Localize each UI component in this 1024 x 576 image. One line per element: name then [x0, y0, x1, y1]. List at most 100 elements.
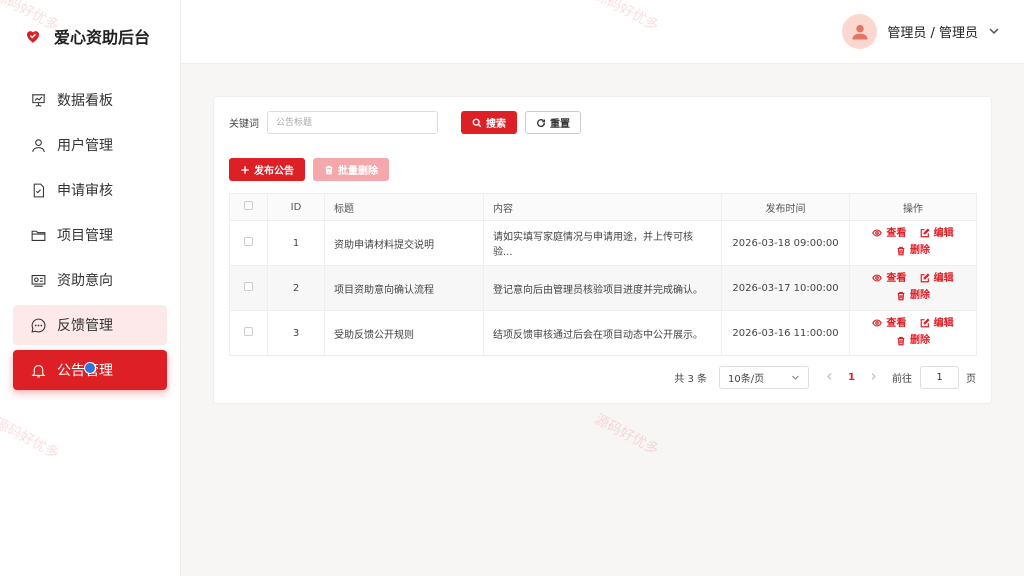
chevron-down-icon: [792, 375, 799, 380]
chat-icon: [30, 317, 47, 334]
view-button[interactable]: 查看: [872, 271, 906, 286]
sidebar-item-intentions[interactable]: 资助意向: [13, 260, 167, 300]
search-icon: [472, 118, 482, 127]
chevron-down-icon[interactable]: [988, 22, 1000, 41]
row-checkbox[interactable]: [244, 282, 253, 291]
cell-title: 资助申请材料提交说明: [324, 220, 484, 266]
row-checkbox[interactable]: [244, 237, 253, 246]
page-size-value: 10条/页: [728, 374, 765, 385]
row-checkbox[interactable]: [244, 327, 253, 336]
select-all-checkbox[interactable]: [244, 201, 253, 210]
page-size-select[interactable]: 10条/页: [719, 366, 810, 389]
folder-icon: [30, 227, 47, 244]
top-header: 管理员 / 管理员: [181, 0, 1024, 64]
goto-page-input[interactable]: [920, 366, 959, 389]
sidebar-item-feedback[interactable]: 反馈管理: [13, 305, 167, 345]
search-button[interactable]: 搜索: [461, 111, 517, 134]
table-row: 1 资助申请材料提交说明 请如实填写家庭情况与申请用途，并上传可核验... 20…: [229, 220, 977, 266]
next-page-button[interactable]: [869, 372, 878, 384]
user-avatar-icon: [852, 24, 868, 39]
trash-icon: [897, 336, 905, 345]
cell-id: 1: [267, 220, 325, 266]
announcement-panel: 关键词 搜索 重置 发布公告 批量删除 ID 标题 内容 发布时间: [213, 96, 992, 404]
trash-icon: [325, 165, 333, 174]
col-header-time: 发布时间: [721, 193, 850, 221]
user-name: 管理员 / 管理员: [887, 26, 978, 41]
cell-content: 请如实填写家庭情况与申请用途，并上传可核验...: [483, 220, 722, 266]
sidebar-item-label: 反馈管理: [57, 318, 113, 334]
keyword-label: 关键词: [229, 119, 259, 130]
trash-icon: [897, 246, 905, 255]
edit-icon: [920, 318, 930, 328]
sidebar: 爱心资助后台 数据看板 用户管理 申请审核 项目管理 资助意向 反馈管理 公: [0, 0, 181, 576]
delete-button[interactable]: 删除: [896, 288, 930, 303]
refresh-icon: [537, 118, 546, 127]
mouse-cursor: [84, 362, 96, 374]
watermark: 源码好优多: [591, 411, 662, 459]
edit-button[interactable]: 编辑: [920, 226, 954, 241]
add-announcement-button[interactable]: 发布公告: [229, 158, 305, 181]
delete-button[interactable]: 删除: [896, 333, 930, 348]
edit-button[interactable]: 编辑: [920, 316, 954, 331]
sidebar-item-label: 资助意向: [57, 273, 113, 289]
table-header-row: ID 标题 内容 发布时间 操作: [229, 193, 977, 221]
cell-time: 2026-03-18 09:00:00: [721, 220, 850, 266]
select-all-cell[interactable]: [229, 193, 268, 221]
table-row: 2 项目资助意向确认流程 登记意向后由管理员核验项目进度并完成确认。 2026-…: [229, 265, 977, 311]
sidebar-item-users[interactable]: 用户管理: [13, 125, 167, 165]
table-row: 3 受助反馈公开规则 结项反馈审核通过后会在项目动态中公开展示。 2026-03…: [229, 310, 977, 356]
avatar[interactable]: [842, 14, 878, 49]
cell-ops: 查看 编辑 删除: [849, 310, 977, 356]
cell-content: 结项反馈审核通过后会在项目动态中公开展示。: [483, 310, 722, 356]
brand[interactable]: 爱心资助后台: [0, 0, 180, 72]
id-card-icon: [30, 272, 47, 289]
cell-title: 受助反馈公开规则: [324, 310, 484, 356]
sidebar-item-dashboard[interactable]: 数据看板: [13, 80, 167, 120]
sidebar-item-review[interactable]: 申请审核: [13, 170, 167, 210]
prev-page-button[interactable]: [825, 372, 834, 384]
pagination: 共 3 条 10条/页 1 前往 页: [674, 366, 976, 389]
sidebar-item-label: 申请审核: [57, 183, 113, 199]
search-input[interactable]: [267, 111, 438, 134]
user-menu[interactable]: 管理员 / 管理员: [842, 14, 1000, 49]
cell-time: 2026-03-17 10:00:00: [721, 265, 850, 311]
col-header-title: 标题: [324, 193, 484, 221]
cell-ops: 查看 编辑 删除: [849, 220, 977, 266]
chevron-left-icon: [827, 372, 832, 380]
col-header-id: ID: [267, 193, 325, 221]
search-bar: 关键词 搜索 重置: [229, 111, 581, 134]
row-select-cell[interactable]: [229, 310, 268, 356]
sidebar-item-projects[interactable]: 项目管理: [13, 215, 167, 255]
cell-time: 2026-03-16 11:00:00: [721, 310, 850, 356]
cell-title: 项目资助意向确认流程: [324, 265, 484, 311]
sidebar-item-label: 用户管理: [57, 138, 113, 154]
page-unit-label: 页: [966, 374, 976, 385]
cell-ops: 查看 编辑 删除: [849, 265, 977, 311]
eye-icon: [872, 274, 883, 282]
sidebar-item-label: 数据看板: [57, 93, 113, 109]
trash-icon: [897, 291, 905, 300]
page-number-current[interactable]: 1: [848, 372, 855, 383]
col-header-content: 内容: [483, 193, 722, 221]
edit-button[interactable]: 编辑: [920, 271, 954, 286]
edit-icon: [920, 273, 930, 283]
cell-id: 2: [267, 265, 325, 311]
batch-delete-button[interactable]: 批量删除: [313, 158, 389, 181]
row-select-cell[interactable]: [229, 220, 268, 266]
action-bar: 发布公告 批量删除: [229, 158, 397, 181]
delete-button[interactable]: 删除: [896, 243, 930, 258]
edit-icon: [920, 228, 930, 238]
bell-icon: [30, 362, 47, 379]
view-button[interactable]: 查看: [872, 226, 906, 241]
presentation-chart-icon: [30, 92, 47, 109]
row-select-cell[interactable]: [229, 265, 268, 311]
chevron-right-icon: [871, 372, 876, 380]
reset-button[interactable]: 重置: [525, 111, 581, 134]
brand-title: 爱心资助后台: [54, 28, 151, 47]
col-header-ops: 操作: [849, 193, 977, 221]
user-icon: [30, 137, 47, 154]
heart-logo-icon: [24, 27, 42, 45]
sidebar-item-label: 项目管理: [57, 228, 113, 244]
total-count: 共 3 条: [674, 374, 708, 385]
view-button[interactable]: 查看: [872, 316, 906, 331]
